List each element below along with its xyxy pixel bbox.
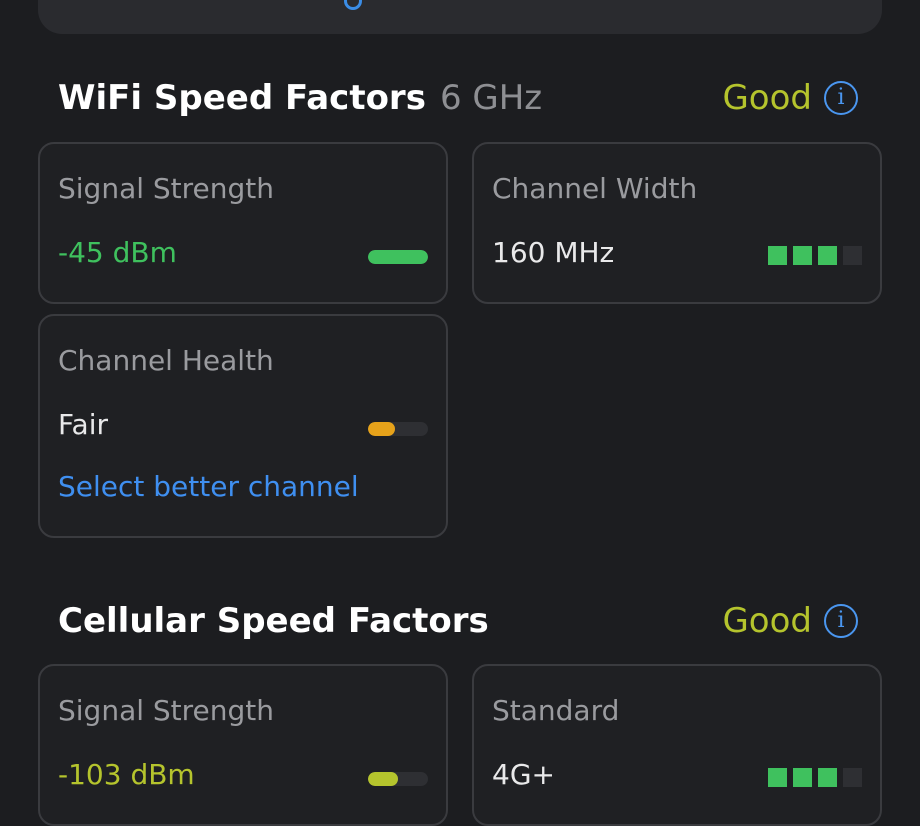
level-block bbox=[818, 768, 837, 787]
previous-card bbox=[38, 0, 882, 34]
signal-value: -45 dBm bbox=[58, 236, 177, 269]
card-label: Signal Strength bbox=[58, 172, 275, 205]
wifi-channel-health-card[interactable]: Channel Health Fair Select better channe… bbox=[38, 314, 448, 538]
signal-level-fill bbox=[368, 250, 428, 264]
level-block bbox=[818, 246, 837, 265]
signal-level-fill bbox=[368, 772, 398, 786]
cellular-section-title: Cellular Speed Factors bbox=[58, 601, 489, 641]
wifi-section-title: WiFi Speed Factors 6 GHz bbox=[58, 73, 542, 123]
wifi-signal-card[interactable]: Signal Strength -45 dBm bbox=[38, 142, 448, 304]
level-block bbox=[768, 768, 787, 787]
channel-width-level-blocks bbox=[768, 246, 862, 265]
card-label: Standard bbox=[492, 694, 620, 727]
wifi-title-text: WiFi Speed Factors bbox=[58, 78, 426, 118]
cellular-status-text: Good bbox=[722, 601, 812, 641]
cellular-standard-card[interactable]: Standard 4G+ bbox=[472, 664, 882, 826]
wifi-section-header: WiFi Speed Factors 6 GHz Good i bbox=[58, 73, 920, 123]
standard-value: 4G+ bbox=[492, 758, 555, 791]
level-block bbox=[843, 768, 862, 787]
location-pin-icon bbox=[344, 0, 362, 10]
cellular-status: Good i bbox=[722, 596, 858, 646]
channel-health-bar bbox=[368, 422, 428, 436]
wifi-band-label: 6 GHz bbox=[439, 78, 543, 118]
card-label: Channel Width bbox=[492, 172, 698, 205]
cellular-section-header: Cellular Speed Factors Good i bbox=[58, 596, 920, 646]
cellular-signal-card[interactable]: Signal Strength -103 dBm bbox=[38, 664, 448, 826]
channel-health-fill bbox=[368, 422, 395, 436]
info-icon[interactable]: i bbox=[824, 81, 858, 115]
standard-level-blocks bbox=[768, 768, 862, 787]
info-icon[interactable]: i bbox=[824, 604, 858, 638]
channel-health-value: Fair bbox=[58, 408, 108, 441]
card-label: Signal Strength bbox=[58, 694, 275, 727]
level-block bbox=[793, 768, 812, 787]
level-block bbox=[793, 246, 812, 265]
signal-level-bar bbox=[368, 250, 428, 264]
level-block bbox=[768, 246, 787, 265]
wifi-channel-width-card[interactable]: Channel Width 160 MHz bbox=[472, 142, 882, 304]
level-block bbox=[843, 246, 862, 265]
wifi-status-text: Good bbox=[722, 78, 812, 118]
channel-width-value: 160 MHz bbox=[492, 236, 615, 269]
signal-value: -103 dBm bbox=[58, 758, 195, 791]
card-label: Channel Health bbox=[58, 344, 274, 377]
select-better-channel-link[interactable]: Select better channel bbox=[58, 470, 359, 503]
wifi-status: Good i bbox=[722, 73, 858, 123]
signal-level-bar bbox=[368, 772, 428, 786]
